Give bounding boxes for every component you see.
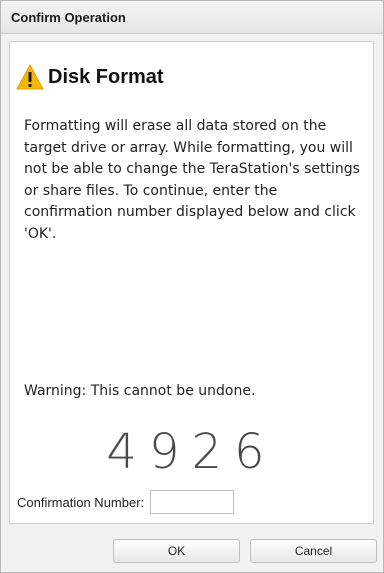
confirmation-code: 4926 — [106, 424, 277, 480]
confirm-dialog: Confirm Operation Disk Format Formatting… — [0, 0, 384, 573]
dialog-title: Confirm Operation — [11, 9, 126, 25]
dialog-content: Disk Format Formatting will erase all da… — [9, 41, 374, 524]
ok-button[interactable]: OK — [113, 539, 240, 563]
warning-triangle-icon — [16, 64, 44, 90]
format-message: Formatting will erase all data stored on… — [24, 118, 360, 242]
confirmation-number-input[interactable] — [150, 490, 235, 514]
heading-row: Disk Format — [16, 64, 164, 90]
cancel-button[interactable]: Cancel — [250, 539, 377, 563]
warning-text: Warning: This cannot be undone. — [24, 383, 256, 399]
heading-title: Disk Format — [48, 65, 164, 88]
dialog-titlebar: Confirm Operation — [1, 1, 383, 34]
dialog-footer: OK Cancel — [1, 529, 383, 572]
confirmation-row: Confirmation Number: — [17, 490, 235, 514]
confirmation-label: Confirmation Number: — [17, 494, 145, 510]
